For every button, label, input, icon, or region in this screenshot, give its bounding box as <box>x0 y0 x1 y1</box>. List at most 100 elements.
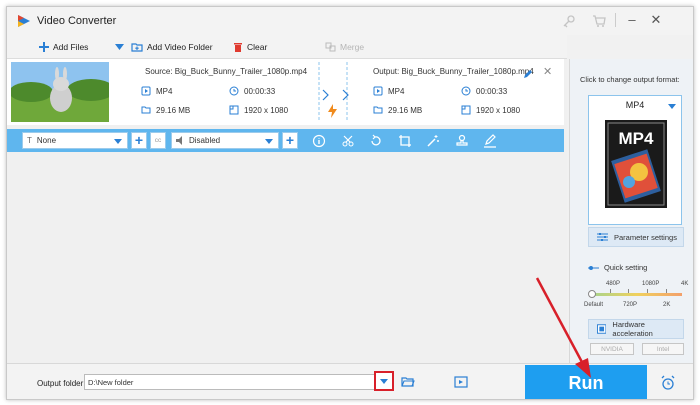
add-video-folder-button[interactable]: Add Video Folder <box>131 40 213 54</box>
resolution-icon <box>229 105 239 115</box>
clear-button[interactable]: Clear <box>233 40 267 54</box>
quality-tick <box>647 289 648 293</box>
plus-icon <box>39 42 49 52</box>
merge-label: Merge <box>340 42 365 52</box>
remove-file-icon[interactable]: ✕ <box>543 65 552 78</box>
title-bar: Video Converter – ✕ <box>7 7 693 35</box>
file-list: Source: Big_Buck_Bunny_Trailer_1080p.mp4… <box>7 59 567 363</box>
effects-wand-icon[interactable] <box>426 134 440 148</box>
output-format-selector[interactable]: MP4 MP4 <box>588 95 682 225</box>
trash-icon <box>234 42 242 52</box>
add-files-label: Add Files <box>53 42 89 52</box>
output-duration: 00:00:33 <box>461 86 507 96</box>
info-icon[interactable] <box>312 134 326 148</box>
mp4-format-icon: MP4 <box>605 120 667 208</box>
minimize-button[interactable]: – <box>622 11 642 29</box>
video-thumbnail[interactable] <box>11 62 109 122</box>
clock-icon <box>461 86 471 96</box>
open-folder-icon[interactable] <box>401 376 415 388</box>
cart-icon[interactable] <box>591 13 607 29</box>
merge-button[interactable]: Merge <box>325 40 364 54</box>
quality-tick <box>666 289 667 293</box>
video-folder-icon[interactable] <box>454 376 468 388</box>
quality-720p: 720P <box>623 302 638 308</box>
cc-button[interactable]: cc <box>150 132 166 149</box>
run-button[interactable]: Run <box>525 365 647 399</box>
clear-label: Clear <box>247 42 268 52</box>
subtitle-edit-icon[interactable] <box>483 134 497 148</box>
quality-4k: 4K <box>681 281 689 287</box>
text-icon: T <box>27 136 32 145</box>
close-button[interactable]: ✕ <box>646 11 666 29</box>
source-format: MP4 <box>141 86 172 96</box>
window-title: Video Converter <box>37 15 117 27</box>
quality-tick <box>628 289 629 293</box>
source-size: 29.16 MB <box>141 105 190 115</box>
title-divider <box>615 13 616 27</box>
output-resolution: 1920 x 1080 <box>461 105 520 115</box>
app-logo-icon <box>18 15 30 27</box>
resolution-icon <box>461 105 471 115</box>
change-format-label: Click to change output format: <box>580 75 680 84</box>
output-folder-dropdown[interactable] <box>374 371 394 391</box>
quality-480p: 480P <box>606 281 621 287</box>
add-files-button[interactable]: Add Files <box>39 40 88 54</box>
alarm-clock-icon[interactable] <box>660 375 676 391</box>
source-filename: Source: Big_Buck_Bunny_Trailer_1080p.mp4 <box>145 67 308 76</box>
add-audio-button[interactable]: + <box>282 132 298 149</box>
video-file-icon <box>373 86 383 96</box>
quality-2k: 2K <box>663 302 671 308</box>
output-filename: Output: Big_Buck_Bunny_Trailer_1080p.mp4 <box>373 67 534 76</box>
output-folder-label: Output folder: <box>37 379 86 388</box>
quality-slider-track[interactable] <box>592 293 682 296</box>
scissors-icon[interactable] <box>341 134 355 148</box>
chevron-down-icon <box>115 44 124 50</box>
slider-icon <box>588 265 599 270</box>
rotate-icon[interactable] <box>369 134 383 148</box>
video-file-icon <box>141 86 151 96</box>
chevron-down-icon <box>265 139 273 144</box>
key-icon[interactable] <box>561 13 577 29</box>
output-format-panel: Click to change output format: MP4 MP4 P… <box>569 59 693 363</box>
chevron-down-icon <box>668 104 676 109</box>
app-window: Video Converter – ✕ Add Files Add Video … <box>6 6 694 400</box>
hardware-acceleration-button[interactable]: Hardware acceleration <box>588 319 684 339</box>
folder-icon <box>373 106 383 114</box>
mp4-art-text: MP4 <box>619 129 655 148</box>
add-subtitle-button[interactable]: + <box>131 132 147 149</box>
toolbar: Add Files Add Video Folder Clear Merge <box>7 35 567 59</box>
quality-tick <box>610 289 611 293</box>
parameter-settings-button[interactable]: Parameter settings <box>588 227 684 247</box>
bottom-bar: Output folder: Run <box>7 363 693 399</box>
sliders-icon <box>597 233 608 241</box>
output-size: 29.16 MB <box>373 105 422 115</box>
merge-icon <box>325 42 336 52</box>
file-row[interactable]: Source: Big_Buck_Bunny_Trailer_1080p.mp4… <box>7 59 564 125</box>
edit-toolbar: T None + cc Disabled + <box>7 129 564 152</box>
source-duration: 00:00:33 <box>229 86 275 96</box>
intel-chip[interactable]: Intel <box>642 343 684 355</box>
audio-track-select[interactable]: Disabled <box>171 132 279 149</box>
add-files-dropdown[interactable] <box>115 40 124 54</box>
chevron-down-icon <box>380 379 388 384</box>
lightning-icon <box>328 104 337 118</box>
clock-icon <box>229 86 239 96</box>
quick-setting-label: Quick setting <box>588 263 647 272</box>
checkbox-icon <box>597 324 607 334</box>
watermark-stamp-icon[interactable] <box>455 134 469 148</box>
quality-1080p: 1080P <box>642 281 660 287</box>
chevron-down-icon <box>114 139 122 144</box>
quality-default: Default <box>584 302 604 308</box>
folder-icon <box>141 106 151 114</box>
quality-slider-handle[interactable] <box>588 290 596 298</box>
source-resolution: 1920 x 1080 <box>229 105 288 115</box>
nvidia-chip[interactable]: NVIDIA <box>590 343 634 355</box>
pencil-icon[interactable] <box>523 69 533 79</box>
output-folder-input[interactable] <box>84 374 382 390</box>
output-format: MP4 <box>373 86 404 96</box>
add-video-folder-label: Add Video Folder <box>147 42 213 52</box>
speaker-icon <box>176 136 182 145</box>
crop-icon[interactable] <box>398 134 412 148</box>
folder-plus-icon <box>131 43 143 52</box>
subtitle-select[interactable]: T None <box>22 132 128 149</box>
